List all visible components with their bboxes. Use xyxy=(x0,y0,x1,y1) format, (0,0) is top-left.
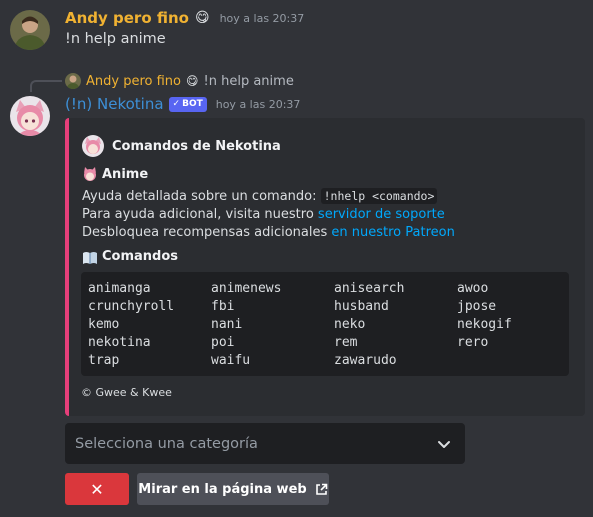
desc-line-1-text: Ayuda detallada sobre un comando: xyxy=(82,189,321,204)
external-link-icon xyxy=(315,483,328,496)
section-title-text: Anime xyxy=(102,166,149,182)
command-item: anisearch xyxy=(334,281,405,296)
bot-badge-label: BOT xyxy=(182,99,203,109)
command-item: nani xyxy=(211,317,243,332)
message1-header: Andy pero fino 😋 hoy a las 20:37 xyxy=(65,9,304,27)
embed-author-icon xyxy=(82,135,104,157)
embed-author-row: Comandos de Nekotina xyxy=(82,135,281,157)
command-code: !nhelp <comando> xyxy=(320,188,438,204)
message1-text: !n help anime xyxy=(65,31,166,47)
book-icon xyxy=(82,250,98,264)
reply-author[interactable]: Andy pero fino xyxy=(86,74,181,89)
message2-header: (!n) Nekotina ✓ BOT hoy a las 20:37 xyxy=(65,95,300,113)
command-item: zawarudo xyxy=(334,353,397,368)
command-item: neko xyxy=(334,317,366,332)
command-item: rem xyxy=(334,335,358,350)
desc-line-2-text: Para ayuda adicional, visita nuestro xyxy=(82,207,318,222)
command-item: nekogif xyxy=(457,317,512,332)
desc-line-3-text: Desbloquea recompensas adicionales xyxy=(82,225,332,240)
desc-line-2: Para ayuda adicional, visita nuestro ser… xyxy=(82,206,572,224)
commands-codeblock: animanga animenews anisearch awoo crunch… xyxy=(81,272,569,376)
command-item: trap xyxy=(88,353,120,368)
command-item: awoo xyxy=(457,281,489,296)
category-select[interactable]: Selecciona una categoría xyxy=(65,423,465,464)
reply-text: !n help anime xyxy=(203,73,294,89)
command-item: fbi xyxy=(211,299,235,314)
close-icon: ✕ xyxy=(90,479,104,499)
message1-author[interactable]: Andy pero fino xyxy=(65,9,189,27)
embed-footer: © Gwee & Kwee xyxy=(81,386,172,399)
bot-avatar[interactable] xyxy=(10,96,50,136)
embed-section-title: Anime xyxy=(82,166,148,182)
bot-badge: ✓ BOT xyxy=(168,96,207,112)
patreon-link[interactable]: en nuestro Patreon xyxy=(331,225,454,240)
user-avatar[interactable] xyxy=(10,10,50,50)
embed-author-name[interactable]: Comandos de Nekotina xyxy=(112,139,281,154)
command-item: crunchyroll xyxy=(88,299,175,314)
embed-description: Ayuda detallada sobre un comando: !nhelp… xyxy=(82,187,572,242)
commands-title-text: Comandos xyxy=(102,249,179,264)
desc-line-3: Desbloquea recompensas adicionales en nu… xyxy=(82,224,572,242)
close-button[interactable]: ✕ xyxy=(65,473,129,505)
desc-line-1: Ayuda detallada sobre un comando: !nhelp… xyxy=(82,187,572,206)
message2-timestamp: hoy a las 20:37 xyxy=(215,97,301,111)
reply-connector xyxy=(30,80,62,92)
command-item: animanga xyxy=(88,281,151,296)
support-server-link[interactable]: servidor de soporte xyxy=(318,207,445,222)
reply-emoji-icon: 😋 xyxy=(186,74,199,88)
command-item xyxy=(457,352,557,370)
command-item: kemo xyxy=(88,317,120,332)
anime-girl-icon xyxy=(82,166,98,182)
message1-timestamp: hoy a las 20:37 xyxy=(219,11,305,25)
verified-check-icon: ✓ xyxy=(172,99,181,109)
command-item: nekotina xyxy=(88,335,151,350)
category-select-placeholder: Selecciona una categoría xyxy=(75,435,258,452)
command-item: rero xyxy=(457,335,489,350)
commands-grid: animanga animenews anisearch awoo crunch… xyxy=(88,280,569,370)
command-item: animenews xyxy=(211,281,282,296)
commands-title-row: Comandos xyxy=(82,249,178,264)
command-item: husband xyxy=(334,299,389,314)
reply-preview[interactable]: Andy pero fino 😋 !n help anime xyxy=(65,73,294,89)
chevron-down-icon xyxy=(437,437,451,451)
website-button[interactable]: Mirar en la página web xyxy=(137,473,329,505)
website-button-label: Mirar en la página web xyxy=(138,481,307,497)
command-item: jpose xyxy=(457,299,497,314)
reply-avatar xyxy=(65,73,81,89)
command-item: poi xyxy=(211,335,235,350)
command-item: waifu xyxy=(211,353,251,368)
bot-author[interactable]: (!n) Nekotina xyxy=(65,95,164,113)
author-emoji-icon: 😋 xyxy=(194,10,210,26)
